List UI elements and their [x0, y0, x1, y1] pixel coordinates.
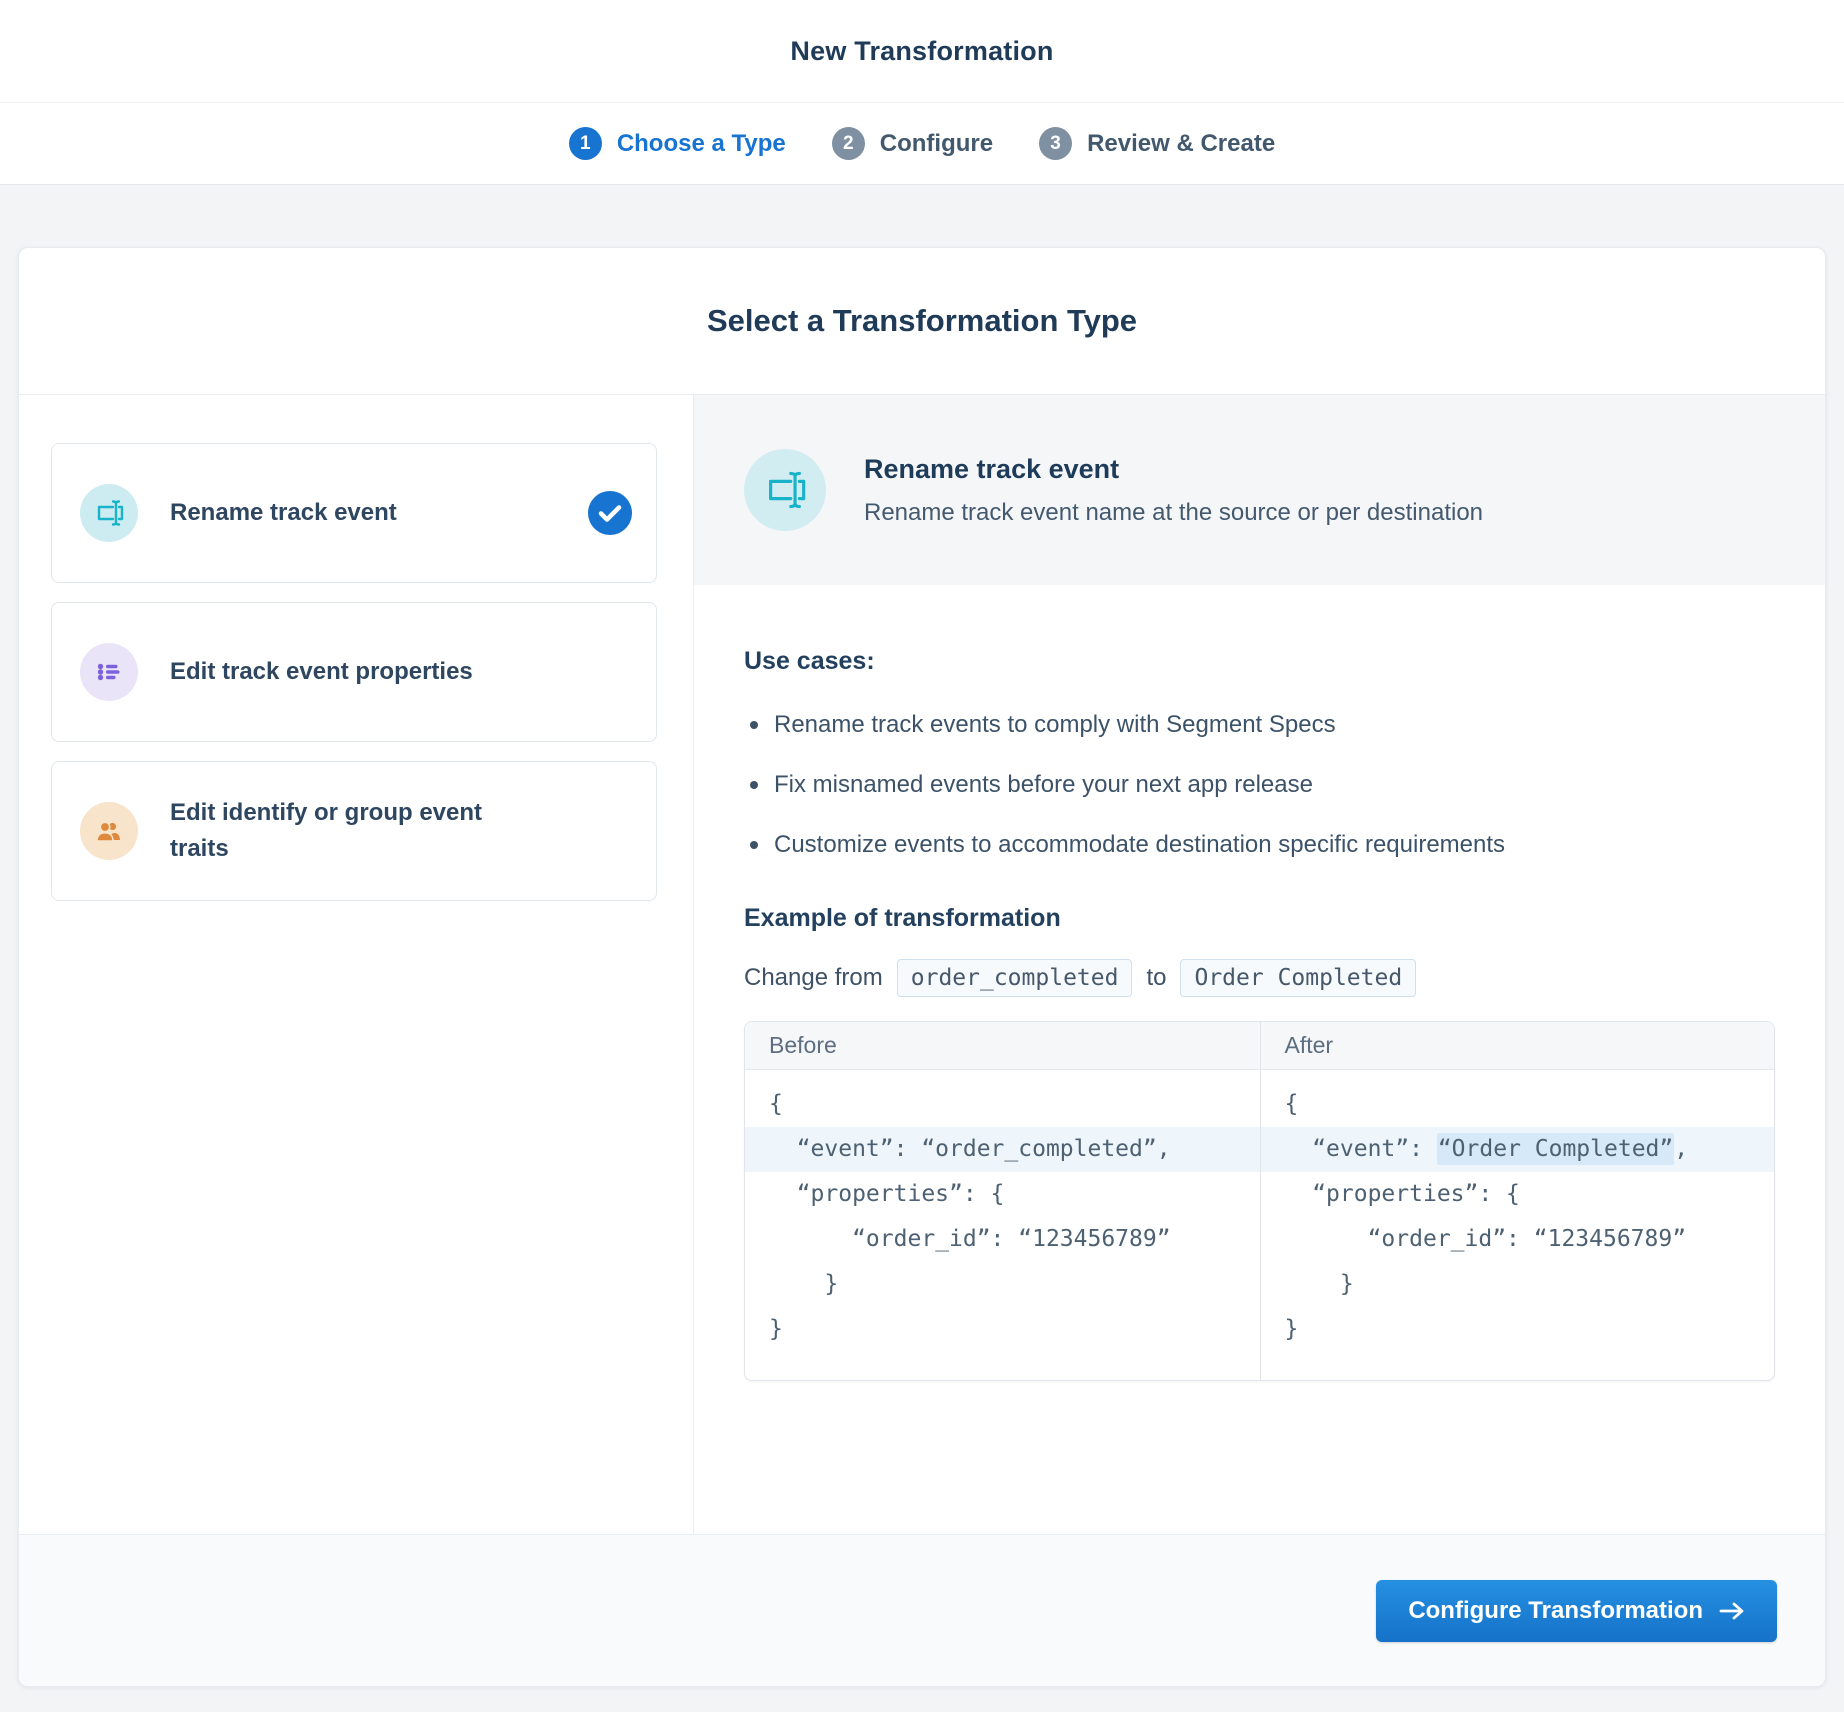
people-icon: [80, 802, 138, 860]
card-heading: Select a Transformation Type: [19, 248, 1825, 395]
configure-transformation-label: Configure Transformation: [1408, 1596, 1703, 1624]
list-properties-icon: [80, 643, 138, 701]
step-2-label: Configure: [879, 129, 994, 157]
page-body: Select a Transformation Type Rename trac…: [0, 185, 1844, 1710]
use-case-item: Customize events to accommodate destinat…: [744, 830, 1775, 860]
before-after-table: Before { “event”: “order_completed”, “pr…: [744, 1021, 1775, 1381]
change-to-chip: Order Completed: [1180, 959, 1417, 997]
rename-icon: [744, 449, 826, 531]
code-line: }: [769, 1271, 839, 1297]
option-label: Edit track event properties: [170, 658, 473, 685]
change-from-chip: order_completed: [896, 959, 1133, 997]
type-option-list: Rename track event Edit track event prop…: [19, 395, 694, 1534]
option-edit-track-event-properties[interactable]: Edit track event properties: [51, 602, 657, 742]
code-line: “properties”: {: [1284, 1181, 1520, 1207]
highlighted-token: “Order Completed”: [1436, 1133, 1675, 1165]
use-cases-list: Rename track events to comply with Segme…: [744, 710, 1775, 860]
selected-check-icon: [588, 491, 632, 535]
after-column: After { “event”: “Order Completed”, “pro…: [1259, 1022, 1774, 1380]
type-detail-panel: Rename track event Rename track event na…: [694, 395, 1825, 1534]
modal-header: New Transformation: [0, 0, 1844, 103]
step-choose-a-type[interactable]: 1 Choose a Type: [568, 127, 786, 160]
use-cases-heading: Use cases:: [744, 647, 875, 675]
example-heading: Example of transformation: [744, 904, 1061, 932]
option-label: Rename track event: [170, 499, 397, 526]
code-line-highlighted: “event”: “Order Completed”,: [1260, 1127, 1774, 1172]
before-code-block: { “event”: “order_completed”, “propertie…: [745, 1070, 1260, 1380]
use-case-item: Rename track events to comply with Segme…: [744, 710, 1775, 740]
new-transformation-modal: New Transformation 1 Choose a Type 2 Con…: [0, 0, 1844, 1712]
change-middle: to: [1146, 964, 1167, 991]
transformation-type-card: Select a Transformation Type Rename trac…: [18, 247, 1826, 1687]
detail-title: Rename track event: [864, 453, 1120, 484]
use-case-item: Fix misnamed events before your next app…: [744, 770, 1775, 800]
detail-subtitle: Rename track event name at the source or…: [864, 498, 1484, 526]
step-2-number-badge: 2: [831, 127, 865, 160]
detail-header: Rename track event Rename track event na…: [694, 395, 1825, 585]
step-review-create[interactable]: 3 Review & Create: [1039, 127, 1275, 160]
before-column-header: Before: [745, 1022, 1260, 1070]
code-line: }: [1284, 1271, 1354, 1297]
step-configure[interactable]: 2 Configure: [831, 127, 994, 160]
card-footer: Configure Transformation: [19, 1534, 1825, 1686]
before-column: Before { “event”: “order_completed”, “pr…: [745, 1022, 1260, 1380]
step-1-label: Choose a Type: [616, 129, 786, 157]
step-3-number-badge: 3: [1039, 127, 1073, 160]
card-title: Select a Transformation Type: [706, 303, 1138, 338]
wizard-steps: 1 Choose a Type 2 Configure 3 Review & C…: [0, 103, 1844, 185]
option-edit-identify-or-group-traits[interactable]: Edit identify or group event traits: [51, 761, 657, 901]
code-line: {: [1284, 1091, 1299, 1117]
step-1-number-badge: 1: [568, 127, 602, 160]
page-title: New Transformation: [790, 35, 1054, 66]
configure-transformation-button[interactable]: Configure Transformation: [1376, 1579, 1777, 1642]
after-code-block: { “event”: “Order Completed”, “propertie…: [1260, 1070, 1774, 1380]
detail-body: Use cases: Rename track events to comply…: [694, 585, 1825, 1381]
card-columns: Rename track event Edit track event prop…: [19, 395, 1825, 1534]
code-line: }: [769, 1316, 783, 1342]
code-line-highlighted: “event”: “order_completed”,: [745, 1127, 1260, 1172]
option-label: Edit identify or group event traits: [170, 799, 483, 862]
code-line: }: [1284, 1316, 1299, 1342]
arrow-right-icon: [1719, 1602, 1744, 1619]
code-line: “order_id”: “123456789”: [1284, 1226, 1687, 1252]
option-rename-track-event[interactable]: Rename track event: [51, 443, 657, 583]
code-line: “properties”: {: [769, 1181, 1005, 1207]
change-example-row: Change from order_completed to Order Com…: [744, 959, 1775, 997]
after-column-header: After: [1260, 1022, 1774, 1070]
rename-icon: [80, 484, 138, 542]
step-3-label: Review & Create: [1087, 129, 1276, 157]
code-line: “order_id”: “123456789”: [769, 1226, 1171, 1252]
code-line: {: [769, 1091, 783, 1117]
change-prefix: Change from: [744, 964, 883, 991]
